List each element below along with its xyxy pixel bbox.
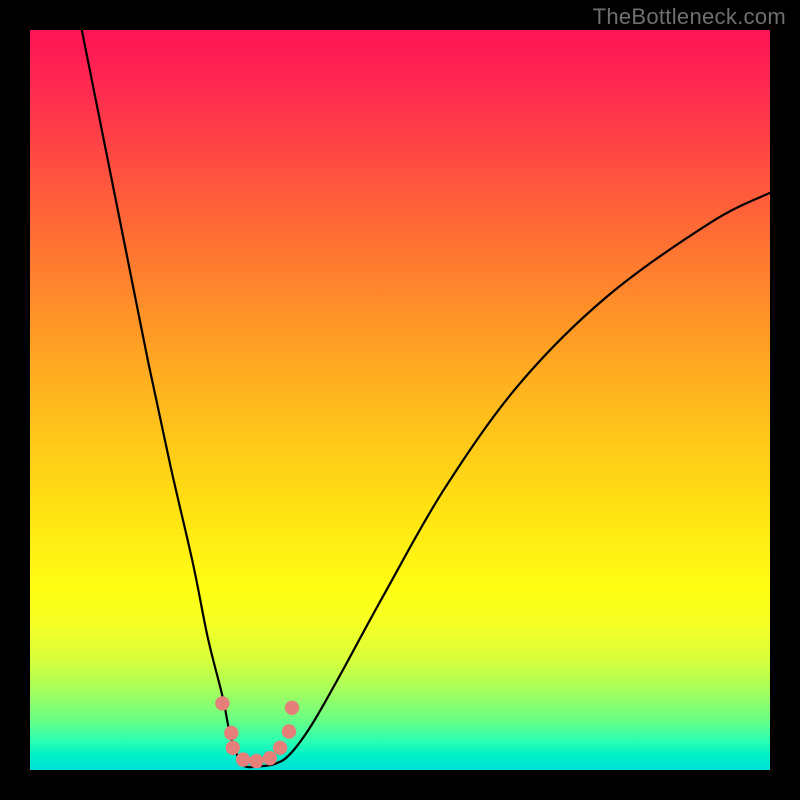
highlight-point — [249, 754, 263, 768]
highlight-point — [282, 724, 296, 738]
highlight-point — [285, 701, 299, 715]
highlight-point — [224, 726, 238, 740]
highlight-point — [236, 752, 250, 766]
curve-svg — [30, 30, 770, 770]
bottleneck-curve — [82, 30, 770, 767]
highlight-point — [263, 751, 277, 765]
highlight-point — [226, 741, 240, 755]
watermark-text: TheBottleneck.com — [593, 4, 786, 30]
chart-frame: TheBottleneck.com — [0, 0, 800, 800]
plot-area — [30, 30, 770, 770]
highlight-point — [273, 741, 287, 755]
highlight-point — [215, 696, 229, 710]
